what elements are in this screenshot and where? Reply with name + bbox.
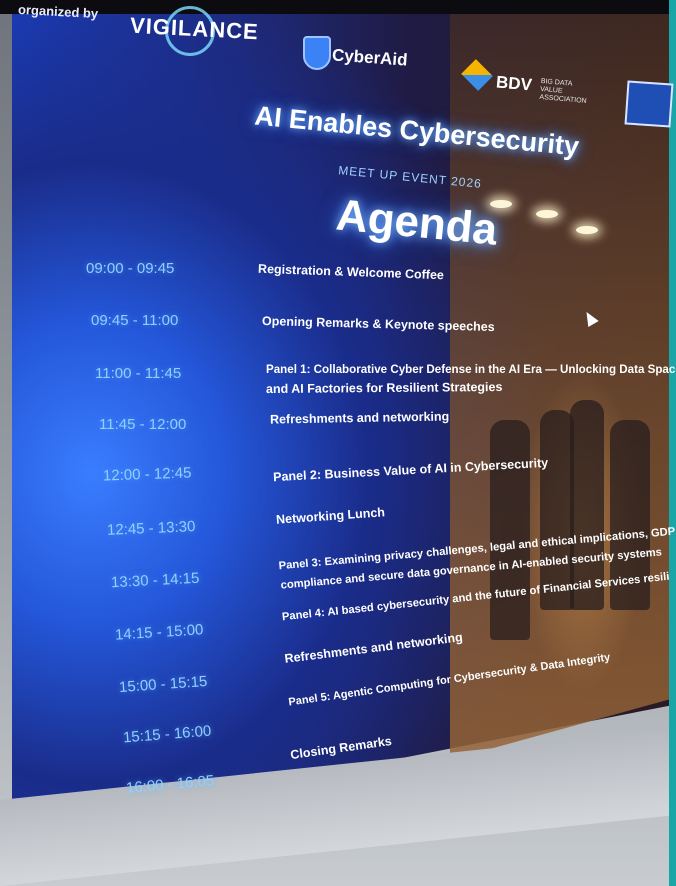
time-slot: 09:45 - 11:00: [91, 312, 179, 329]
bdv-subtitle: BIG DATA VALUE ASSOCIATION: [539, 77, 587, 105]
top-strip: [0, 0, 676, 14]
agenda-item-continued: and AI Factories for Resilient Strategie…: [265, 379, 503, 397]
time-slot: 11:45 - 12:00: [99, 416, 187, 433]
cyberaid-shield-icon: [303, 36, 331, 70]
eu-flag-icon: [624, 80, 674, 128]
ceiling-light: [536, 210, 558, 218]
bdv-logo: BDV: [495, 72, 533, 95]
ceiling-light: [576, 226, 598, 234]
teal-edge: [669, 0, 676, 886]
attendee-silhouette: [490, 420, 530, 640]
agenda-item: Refreshments and networking: [269, 409, 450, 427]
time-slot: 09:00 - 09:45: [86, 260, 175, 277]
agenda-item: Panel 1: Collaborative Cyber Defense in …: [266, 363, 676, 376]
time-slot: 12:00 - 12:45: [102, 464, 192, 485]
time-slot: 11:00 - 11:45: [95, 365, 182, 382]
